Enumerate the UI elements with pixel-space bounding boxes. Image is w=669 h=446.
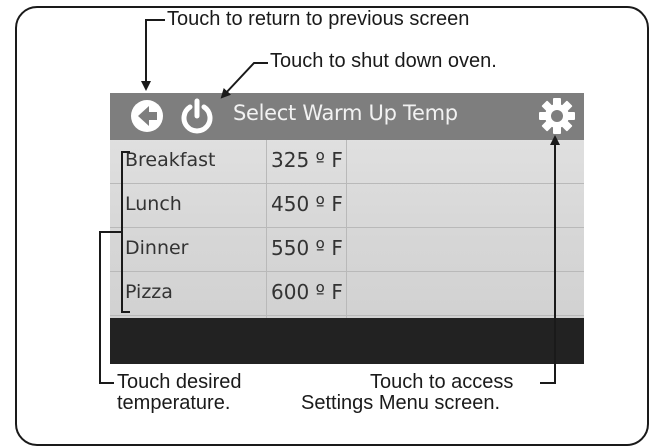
callout-leader-lines — [99, 19, 560, 384]
